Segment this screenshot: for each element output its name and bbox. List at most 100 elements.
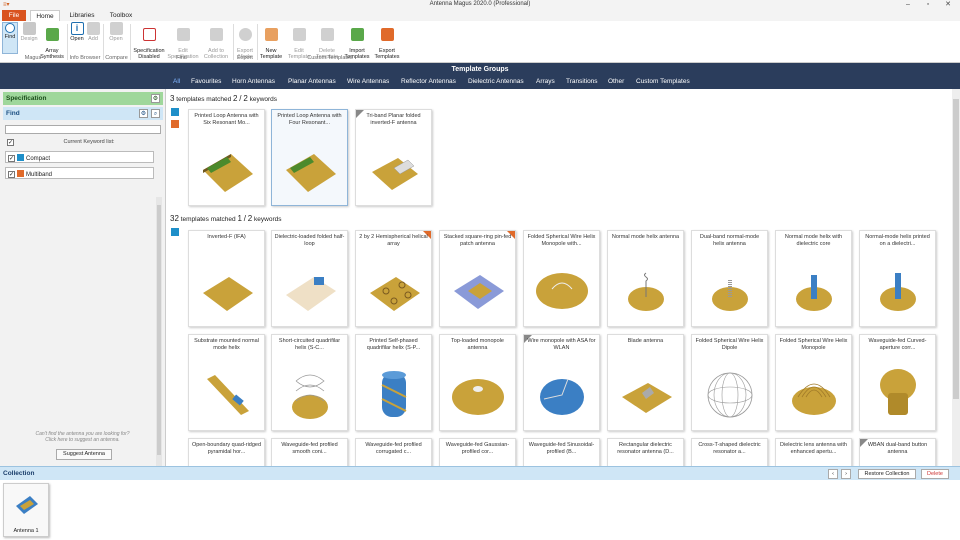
group-tab-planar[interactable]: Planar Antennas	[288, 78, 336, 85]
import-templates-button[interactable]: Import Templates	[343, 22, 371, 60]
template-card[interactable]: Top-loaded monopole antenna	[439, 334, 516, 431]
tab-file[interactable]: File	[2, 10, 26, 21]
template-card[interactable]: Inverted-F (IFA)	[188, 230, 265, 327]
antenna-thumbnail	[372, 158, 418, 190]
results-summary-1: 3 templates matched 2 / 2 keywords	[170, 94, 278, 103]
suggest-antenna-button[interactable]: Suggest Antenna	[56, 449, 112, 460]
export-mode-icon	[238, 28, 252, 41]
antenna-thumbnail	[203, 277, 253, 311]
find-header[interactable]: Find ⚙ ⌕	[3, 107, 163, 120]
keyword-compact[interactable]: ✓ Compact	[5, 151, 154, 163]
antenna-thumbnail	[286, 154, 336, 192]
template-card[interactable]: Dual-band normal-mode helix antenna	[691, 230, 768, 327]
group-tab-transitions[interactable]: Transitions	[566, 78, 598, 85]
group-tab-wire[interactable]: Wire Antennas	[347, 78, 389, 85]
compare-open-button[interactable]: Open	[107, 22, 125, 54]
template-groups-title: Template Groups	[451, 66, 509, 73]
template-card[interactable]: Normal-mode helix printed on a dielectri…	[859, 230, 936, 327]
template-card[interactable]: Substrate mounted normal mode helix	[188, 334, 265, 431]
export-templates-button[interactable]: Export Templates	[373, 22, 401, 60]
tab-toolbox[interactable]: Toolbox	[104, 10, 138, 21]
antenna-thumbnail	[628, 272, 664, 311]
antenna-thumbnail	[707, 372, 753, 418]
group-tab-other[interactable]: Other	[608, 78, 624, 85]
keyword-all-checkbox[interactable]: ✓	[7, 139, 14, 146]
template-card[interactable]: Folded Spherical Wire Helix Monopole wit…	[523, 230, 600, 327]
compare-open-icon	[109, 22, 123, 35]
collection-prev-icon[interactable]: ‹	[828, 469, 838, 479]
info-icon: i	[70, 22, 84, 35]
find-search-icon[interactable]: ⌕	[151, 109, 160, 118]
template-card[interactable]: Folded Spherical Wire Helix Monopole	[775, 334, 852, 431]
add-to-collection-button[interactable]: Add to Collection	[201, 22, 231, 60]
tab-home[interactable]: Home	[30, 10, 60, 21]
cant-find-text[interactable]: Can't find the antenna you are looking f…	[5, 431, 160, 443]
antenna-thumbnail	[203, 154, 253, 192]
group-tab-arrays[interactable]: Arrays	[536, 78, 555, 85]
edit-spec-icon	[176, 28, 190, 41]
array-synthesis-button[interactable]: Array Synthesis	[40, 22, 64, 60]
group-tab-all[interactable]: All	[173, 78, 180, 85]
keyword-compact-marker	[171, 228, 179, 236]
collection-title: Collection	[3, 470, 35, 477]
template-card[interactable]: Stacked square-ring pin-fed patch antenn…	[439, 230, 516, 327]
find-button[interactable]: Find	[2, 22, 18, 54]
group-info-browser: Info Browser	[69, 55, 101, 61]
close-icon[interactable]: ✕	[938, 0, 958, 10]
template-card[interactable]: Short-circuited quadrifilar helix (S-C..…	[271, 334, 348, 431]
group-tab-custom[interactable]: Custom Templates	[636, 78, 690, 85]
design-button[interactable]: Design	[20, 22, 38, 54]
template-card[interactable]: Dielectric-loaded folded half-loop	[271, 230, 348, 327]
antenna-thumbnail	[292, 374, 328, 419]
restore-collection-button[interactable]: Restore Collection	[858, 469, 916, 479]
collection-next-icon[interactable]: ›	[841, 469, 851, 479]
spec-settings-icon[interactable]: ⚙	[151, 94, 160, 103]
edit-specification-button[interactable]: Edit Specification	[167, 22, 199, 60]
delete-collection-button[interactable]: Delete	[921, 469, 949, 479]
template-card[interactable]: Waveguide-fed Curved-aperture corr...	[859, 334, 936, 431]
antenna-thumbnail	[370, 277, 420, 311]
template-card[interactable]: Normal mode helix with dielectric core	[775, 230, 852, 327]
keyword-compact-checkbox[interactable]: ✓	[8, 155, 15, 162]
keyword-multiband[interactable]: ✓ Multiband	[5, 167, 154, 179]
template-card[interactable]: Wire monopole with ASA for WLAN	[523, 334, 600, 431]
minimize-icon[interactable]: –	[898, 0, 918, 10]
export-mode-button[interactable]: Export Mode	[235, 22, 255, 60]
delete-template-button[interactable]: Delete Template	[314, 22, 340, 60]
group-tab-reflector[interactable]: Reflector Antennas	[401, 78, 456, 85]
antenna-thumbnail	[16, 496, 38, 514]
import-icon	[350, 28, 364, 41]
antenna-thumbnail	[880, 369, 916, 415]
export-icon	[380, 28, 394, 41]
collection-item[interactable]: Antenna 1	[3, 483, 49, 537]
results-scrollbar[interactable]	[952, 89, 960, 466]
template-card[interactable]: 2 by 2 Hemispherical helical array	[355, 230, 432, 327]
specification-header[interactable]: Specification ⚙	[3, 92, 163, 105]
group-tab-dielectric[interactable]: Dielectric Antennas	[468, 78, 524, 85]
keyword-multiband-marker	[171, 120, 179, 128]
tab-libraries[interactable]: Libraries	[64, 10, 100, 21]
find-input[interactable]	[5, 125, 161, 134]
group-tab-favourites[interactable]: Favourites	[191, 78, 221, 85]
template-card[interactable]: Printed Loop Antenna with Four Resonant.…	[271, 109, 348, 206]
new-template-button[interactable]: New Template	[258, 22, 284, 60]
keyword-multiband-checkbox[interactable]: ✓	[8, 171, 15, 178]
template-card[interactable]: Printed Loop Antenna with Six Resonant M…	[188, 109, 265, 206]
left-panel: Specification ⚙ Find ⚙ ⌕ ✓ Current Keywo…	[0, 89, 166, 515]
template-card[interactable]: Tri-band Planar folded inverted-F antenn…	[355, 109, 432, 206]
keyword-color-swatch	[17, 154, 24, 161]
design-icon	[22, 22, 36, 35]
find-options-icon[interactable]: ⚙	[139, 109, 148, 118]
template-card[interactable]: Folded Spherical Wire Helix Dipole	[691, 334, 768, 431]
specification-disabled-button[interactable]: Specification Disabled	[133, 22, 165, 60]
edit-template-button[interactable]: Edit Template	[286, 22, 312, 60]
template-card[interactable]: Printed Self-phased quadrifilar helix (S…	[355, 334, 432, 431]
info-add-button[interactable]: Add	[86, 22, 100, 54]
delete-template-icon	[320, 28, 334, 41]
info-open-button[interactable]: i Open	[69, 22, 85, 54]
maximize-icon[interactable]: ▫	[918, 0, 938, 10]
group-tab-horn[interactable]: Horn Antennas	[232, 78, 275, 85]
template-card[interactable]: Normal mode helix antenna	[607, 230, 684, 327]
keyword-color-swatch	[17, 170, 24, 177]
template-card[interactable]: Blade antenna	[607, 334, 684, 431]
